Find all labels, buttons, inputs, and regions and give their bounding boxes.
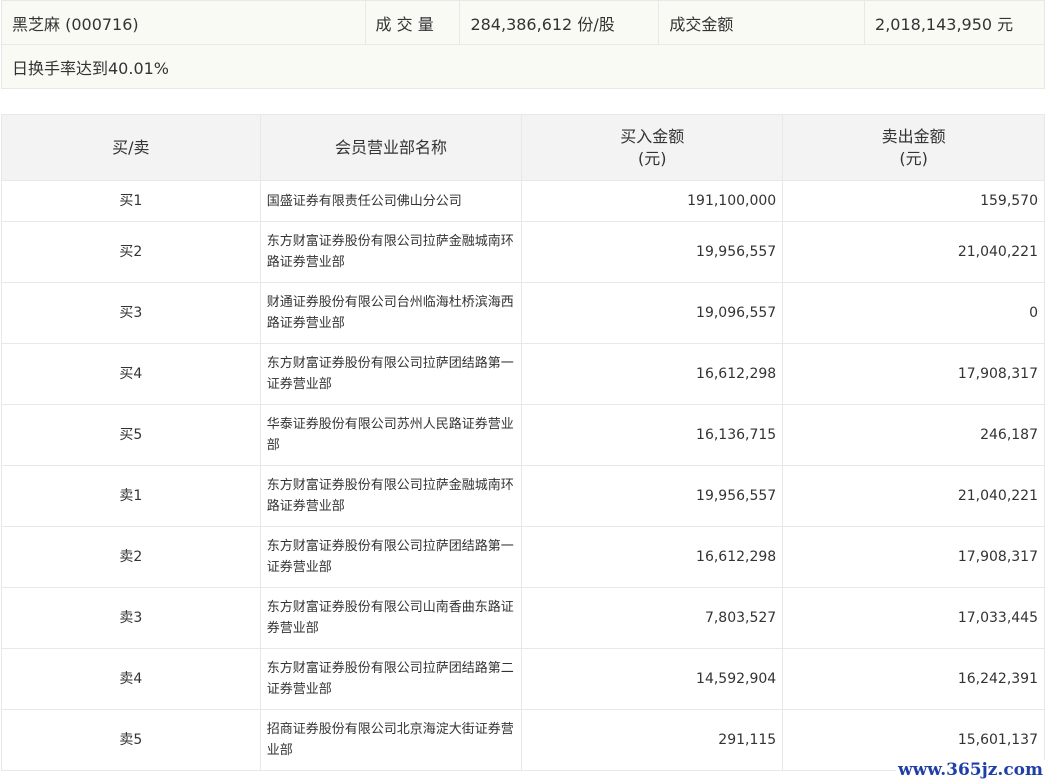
row-buy-amount: 14,592,904 <box>521 648 784 710</box>
row-branch: 东方财富证券股份有限公司山南香曲东路证券营业部 <box>259 587 523 649</box>
row-side: 买3 <box>1 282 261 344</box>
row-sell-amount: 21,040,221 <box>782 465 1045 527</box>
table-row: 买2 东方财富证券股份有限公司拉萨金融城南环路证券营业部 19,956,557 … <box>1 221 1045 283</box>
row-branch: 东方财富证券股份有限公司拉萨团结路第一证券营业部 <box>259 526 523 588</box>
table-row: 卖3 东方财富证券股份有限公司山南香曲东路证券营业部 7,803,527 17,… <box>1 587 1045 649</box>
amount-value: 2,018,143,950 元 <box>864 0 1045 45</box>
row-buy-amount: 291,115 <box>521 709 784 771</box>
header-buy-amount-line1: 买入金额 <box>620 126 685 146</box>
turnover-note-row: 日换手率达到40.01% <box>1 44 1045 89</box>
header-sell-amount: 卖出金额 (元) <box>782 114 1045 181</box>
trading-branches-table: 买/卖 会员营业部名称 买入金额 (元) 卖出金额 (元) 买1 国盛证券有限责… <box>1 114 1045 771</box>
header-buy-amount-unit: (元) <box>638 148 667 168</box>
row-buy-amount: 19,956,557 <box>521 221 784 283</box>
row-side: 买2 <box>1 221 261 283</box>
row-side: 卖3 <box>1 587 261 649</box>
header-buy-amount: 买入金额 (元) <box>521 114 784 181</box>
row-buy-amount: 16,612,298 <box>521 526 784 588</box>
stock-summary-row: 黑芝麻 (000716) 成 交 量 284,386,612 份/股 成交金额 … <box>1 0 1045 45</box>
row-sell-amount: 17,908,317 <box>782 526 1045 588</box>
row-buy-amount: 16,136,715 <box>521 404 784 466</box>
row-side: 卖2 <box>1 526 261 588</box>
table-row: 卖4 东方财富证券股份有限公司拉萨团结路第二证券营业部 14,592,904 1… <box>1 648 1045 710</box>
table-row: 买1 国盛证券有限责任公司佛山分公司 191,100,000 159,570 <box>1 180 1045 222</box>
table-row: 卖2 东方财富证券股份有限公司拉萨团结路第一证券营业部 16,612,298 1… <box>1 526 1045 588</box>
table-row: 卖5 招商证券股份有限公司北京海淀大街证券营业部 291,115 15,601,… <box>1 709 1045 771</box>
turnover-note: 日换手率达到40.01% <box>1 44 1045 89</box>
header-side: 买/卖 <box>1 114 261 181</box>
row-side: 买5 <box>1 404 261 466</box>
row-buy-amount: 191,100,000 <box>521 180 784 222</box>
header-sell-amount-unit: (元) <box>899 148 928 168</box>
amount-label: 成交金额 <box>658 0 866 45</box>
stock-name-code: 黑芝麻 (000716) <box>1 0 366 45</box>
row-side: 卖5 <box>1 709 261 771</box>
stock-summary-table: 黑芝麻 (000716) 成 交 量 284,386,612 份/股 成交金额 … <box>1 0 1045 89</box>
row-sell-amount: 0 <box>782 282 1045 344</box>
row-buy-amount: 7,803,527 <box>521 587 784 649</box>
row-sell-amount: 17,908,317 <box>782 343 1045 405</box>
row-sell-amount: 17,033,445 <box>782 587 1045 649</box>
row-branch: 东方财富证券股份有限公司拉萨团结路第二证券营业部 <box>259 648 523 710</box>
volume-value: 284,386,612 份/股 <box>459 0 660 45</box>
volume-label: 成 交 量 <box>364 0 461 45</box>
row-side: 卖1 <box>1 465 261 527</box>
row-branch: 东方财富证券股份有限公司拉萨金融城南环路证券营业部 <box>259 465 523 527</box>
header-branch: 会员营业部名称 <box>259 114 523 181</box>
row-branch: 东方财富证券股份有限公司拉萨金融城南环路证券营业部 <box>259 221 523 283</box>
row-sell-amount: 16,242,391 <box>782 648 1045 710</box>
row-branch: 招商证券股份有限公司北京海淀大街证券营业部 <box>259 709 523 771</box>
row-sell-amount: 246,187 <box>782 404 1045 466</box>
row-side: 买4 <box>1 343 261 405</box>
row-side: 卖4 <box>1 648 261 710</box>
row-buy-amount: 16,612,298 <box>521 343 784 405</box>
row-branch: 东方财富证券股份有限公司拉萨团结路第一证券营业部 <box>259 343 523 405</box>
header-sell-amount-line1: 卖出金额 <box>881 126 946 146</box>
row-sell-amount: 159,570 <box>782 180 1045 222</box>
row-branch: 国盛证券有限责任公司佛山分公司 <box>259 180 523 222</box>
site-watermark: www.365jz.com <box>896 760 1045 780</box>
table-row: 买5 华泰证券股份有限公司苏州人民路证券营业部 16,136,715 246,1… <box>1 404 1045 466</box>
row-buy-amount: 19,096,557 <box>521 282 784 344</box>
table-row: 买4 东方财富证券股份有限公司拉萨团结路第一证券营业部 16,612,298 1… <box>1 343 1045 405</box>
row-branch: 华泰证券股份有限公司苏州人民路证券营业部 <box>259 404 523 466</box>
table-row: 卖1 东方财富证券股份有限公司拉萨金融城南环路证券营业部 19,956,557 … <box>1 465 1045 527</box>
row-branch: 财通证券股份有限公司台州临海杜桥滨海西路证券营业部 <box>259 282 523 344</box>
row-side: 买1 <box>1 180 261 222</box>
row-sell-amount: 21,040,221 <box>782 221 1045 283</box>
row-buy-amount: 19,956,557 <box>521 465 784 527</box>
table-row: 买3 财通证券股份有限公司台州临海杜桥滨海西路证券营业部 19,096,557 … <box>1 282 1045 344</box>
table-header-row: 买/卖 会员营业部名称 买入金额 (元) 卖出金额 (元) <box>1 114 1045 181</box>
